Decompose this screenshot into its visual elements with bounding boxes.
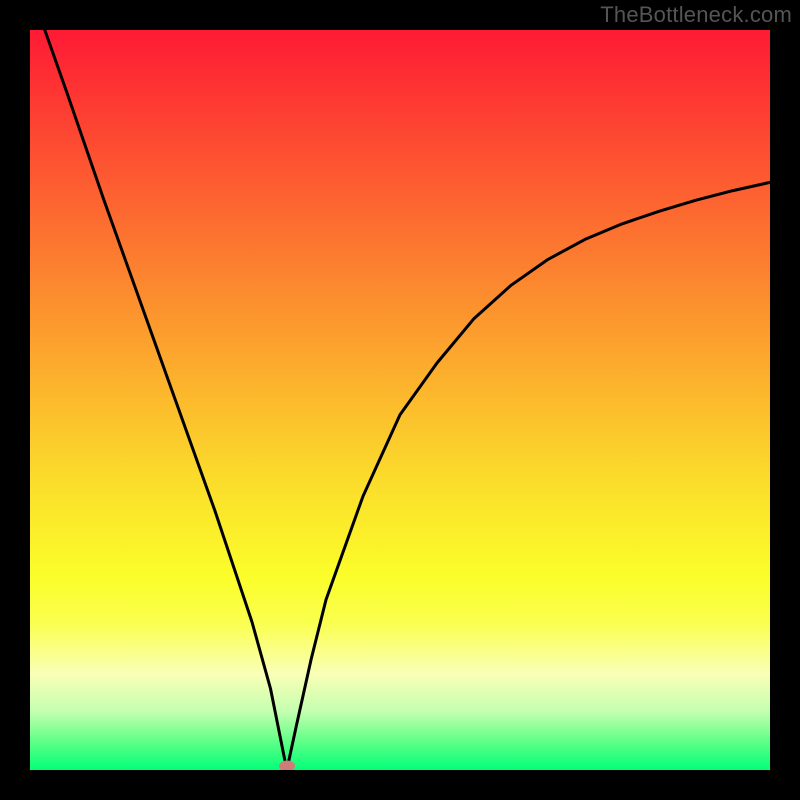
watermark-text: TheBottleneck.com bbox=[600, 2, 792, 28]
bottleneck-curve bbox=[30, 30, 770, 770]
chart-frame: TheBottleneck.com bbox=[0, 0, 800, 800]
optimal-point-marker bbox=[279, 761, 295, 770]
plot-area bbox=[30, 30, 770, 770]
